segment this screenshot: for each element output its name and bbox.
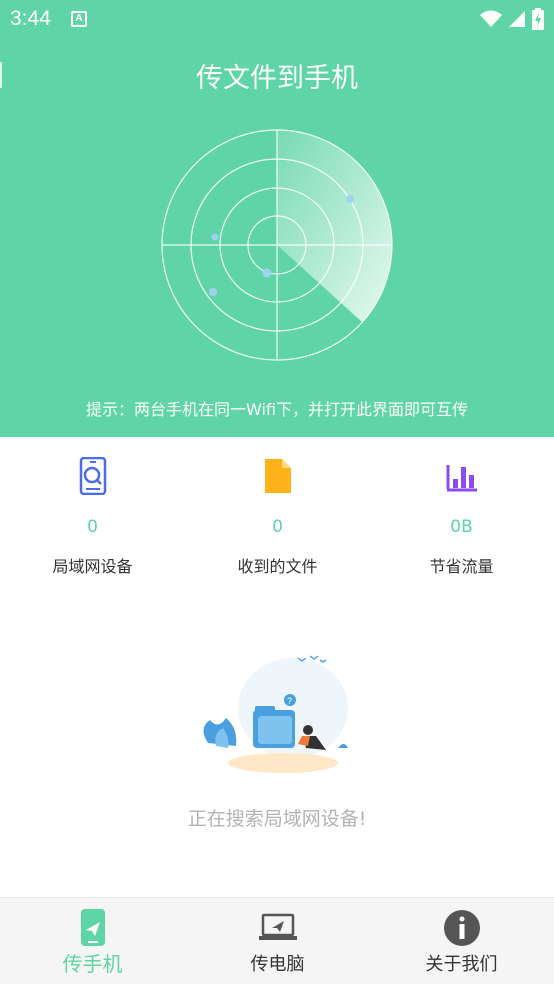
status-icons bbox=[480, 8, 544, 30]
nav-tab-label: 关于我们 bbox=[425, 954, 498, 975]
header-panel: 3:44 A 传文件到手机 提示：两台手机在同一Wifi下，并打开此界面即可互传 bbox=[0, 0, 554, 437]
radar-hint: 提示：两台手机在同一Wifi下，并打开此界面即可互传 bbox=[86, 400, 468, 419]
searching-message: 正在搜索局域网设备! bbox=[187, 808, 367, 830]
stat-label: 局域网设备 bbox=[52, 557, 133, 576]
nav-tab-computer[interactable]: 传电脑 bbox=[185, 898, 370, 984]
stat-label: 收到的文件 bbox=[237, 557, 318, 576]
nav-tab-label: 传手机 bbox=[62, 952, 123, 976]
stat-lan-devices[interactable]: 0 局域网设备 bbox=[0, 437, 185, 587]
info-icon bbox=[443, 910, 480, 946]
stat-label: 节省流量 bbox=[429, 557, 494, 576]
page-title: 传文件到手机 bbox=[196, 63, 358, 94]
stat-value: 0 bbox=[87, 517, 98, 537]
status-bar: 3:44 A bbox=[0, 0, 554, 38]
svg-text:?: ? bbox=[287, 696, 292, 706]
status-time: 3:44 bbox=[10, 7, 51, 30]
nav-tab-about[interactable]: 关于我们 bbox=[369, 898, 554, 984]
nav-tab-phone[interactable]: 传手机 bbox=[0, 898, 185, 984]
bar-chart-icon bbox=[446, 465, 477, 492]
file-icon bbox=[264, 459, 291, 493]
battery-icon bbox=[532, 8, 544, 30]
phone-search-icon bbox=[79, 457, 106, 495]
radar-dot bbox=[211, 233, 219, 241]
phone-send-icon bbox=[80, 909, 105, 946]
stat-data-saved[interactable]: 0B 节省流量 bbox=[369, 437, 554, 587]
wifi-icon bbox=[480, 10, 502, 27]
radar-dot bbox=[262, 268, 272, 278]
stats-row: 0 局域网设备 0 收到的文件 0B 节省流量 bbox=[0, 437, 554, 587]
stat-value: 0 bbox=[272, 517, 283, 537]
radar-dot bbox=[346, 195, 354, 203]
stat-received-files[interactable]: 0 收到的文件 bbox=[185, 437, 370, 587]
notification-icon: A bbox=[71, 11, 87, 27]
radar-scanner bbox=[161, 129, 393, 361]
radar-dot bbox=[209, 288, 217, 296]
bottom-nav: 传手机 传电脑 关于我们 bbox=[0, 897, 554, 984]
radar-sweep bbox=[277, 130, 392, 322]
signal-icon bbox=[509, 11, 525, 27]
laptop-send-icon bbox=[258, 913, 297, 940]
stat-value: 0B bbox=[450, 517, 473, 537]
nav-tab-label: 传电脑 bbox=[250, 954, 305, 975]
searching-illustration: ? bbox=[203, 655, 348, 773]
